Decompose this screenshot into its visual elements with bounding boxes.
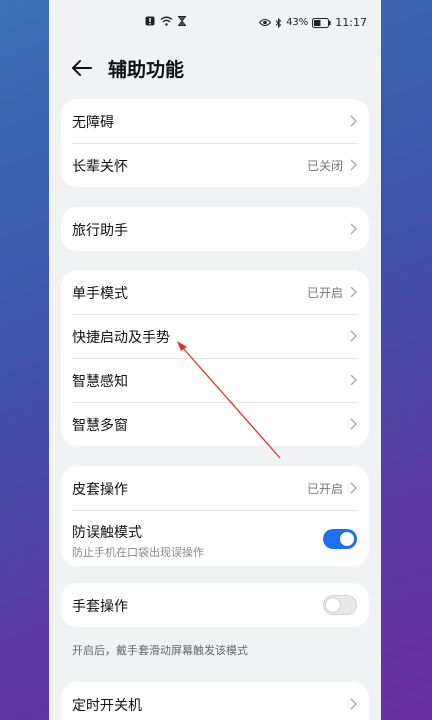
chevron-right-icon: [350, 115, 357, 127]
row-label: 智慧感知: [72, 374, 128, 390]
row-label: 定时开关机: [72, 698, 142, 714]
card-accessibility-group: 无障碍 长辈关怀 已关闭: [61, 99, 369, 187]
row-status: 已开启: [306, 482, 343, 496]
battery-icon: [312, 17, 331, 28]
clock: 11:17: [335, 16, 367, 29]
toggle-knob: [326, 598, 340, 612]
eye-icon: [259, 19, 272, 26]
row-label: 手套操作: [72, 599, 128, 615]
chevron-right-icon: [350, 286, 357, 298]
row-elderly-care[interactable]: 长辈关怀 已关闭: [61, 143, 369, 187]
row-label: 无障碍: [72, 115, 114, 131]
battery-percent: 43%: [286, 17, 309, 28]
row-label: 智慧多窗: [72, 418, 128, 434]
row-scheduled-power[interactable]: 定时开关机: [61, 682, 369, 720]
row-glove-operation: 手套操作: [61, 583, 369, 627]
status-left-icons: [145, 16, 186, 26]
chevron-right-icon: [350, 223, 357, 235]
row-smart-sensing[interactable]: 智慧感知: [61, 358, 369, 402]
glove-toggle[interactable]: [323, 595, 357, 615]
page-title: 辅助功能: [108, 59, 185, 81]
row-smart-multiwindow[interactable]: 智慧多窗: [61, 402, 369, 446]
hourglass-icon: [178, 16, 186, 26]
row-shortcuts-gestures[interactable]: 快捷启动及手势: [61, 314, 369, 358]
notification-icon: [145, 16, 155, 26]
wifi-icon: [160, 16, 173, 26]
row-label: 单手模式: [72, 286, 128, 302]
bluetooth-icon: [275, 17, 282, 28]
card-glove-group: 手套操作: [61, 583, 369, 627]
card-protection-group: 皮套操作 已开启 防误触模式 防止手机在口袋出现误操作: [61, 466, 369, 566]
status-bar: 43% 11:17: [49, 0, 381, 46]
row-label: 旅行助手: [72, 223, 128, 239]
status-right-icons: 43% 11:17: [259, 16, 367, 29]
row-label: 长辈关怀: [72, 159, 128, 175]
row-one-hand-mode[interactable]: 单手模式 已开启: [61, 270, 369, 314]
toggle-knob: [340, 532, 354, 546]
row-label: 防误触模式: [72, 525, 142, 541]
chevron-right-icon: [350, 418, 357, 430]
row-cover-operation[interactable]: 皮套操作 已开启: [61, 466, 369, 510]
phone-screen: 43% 11:17 辅助功能 无障碍 长辈关怀 已关闭 旅行助手 单手模式 已开…: [49, 0, 381, 720]
chevron-right-icon: [350, 330, 357, 342]
row-mistouch-mode: 防误触模式 防止手机在口袋出现误操作: [61, 510, 369, 566]
row-travel-assistant[interactable]: 旅行助手: [61, 207, 369, 251]
card-travel-group: 旅行助手: [61, 207, 369, 251]
chevron-right-icon: [350, 159, 357, 171]
row-status: 已关闭: [306, 159, 343, 173]
glove-hint: 开启后，戴手套滑动屏幕触发该模式: [72, 644, 248, 657]
chevron-right-icon: [350, 482, 357, 494]
chevron-right-icon: [350, 698, 357, 710]
row-label: 快捷启动及手势: [72, 330, 170, 346]
card-power-group: 定时开关机: [61, 682, 369, 720]
row-description: 防止手机在口袋出现误操作: [72, 546, 204, 559]
mistouch-toggle[interactable]: [323, 529, 357, 549]
row-accessibility[interactable]: 无障碍: [61, 99, 369, 143]
back-arrow-icon[interactable]: [69, 55, 95, 81]
chevron-right-icon: [350, 374, 357, 386]
card-modes-group: 单手模式 已开启 快捷启动及手势 智慧感知 智慧多窗: [61, 270, 369, 446]
row-status: 已开启: [306, 286, 343, 300]
page-header: 辅助功能: [49, 46, 381, 90]
row-label: 皮套操作: [72, 482, 128, 498]
